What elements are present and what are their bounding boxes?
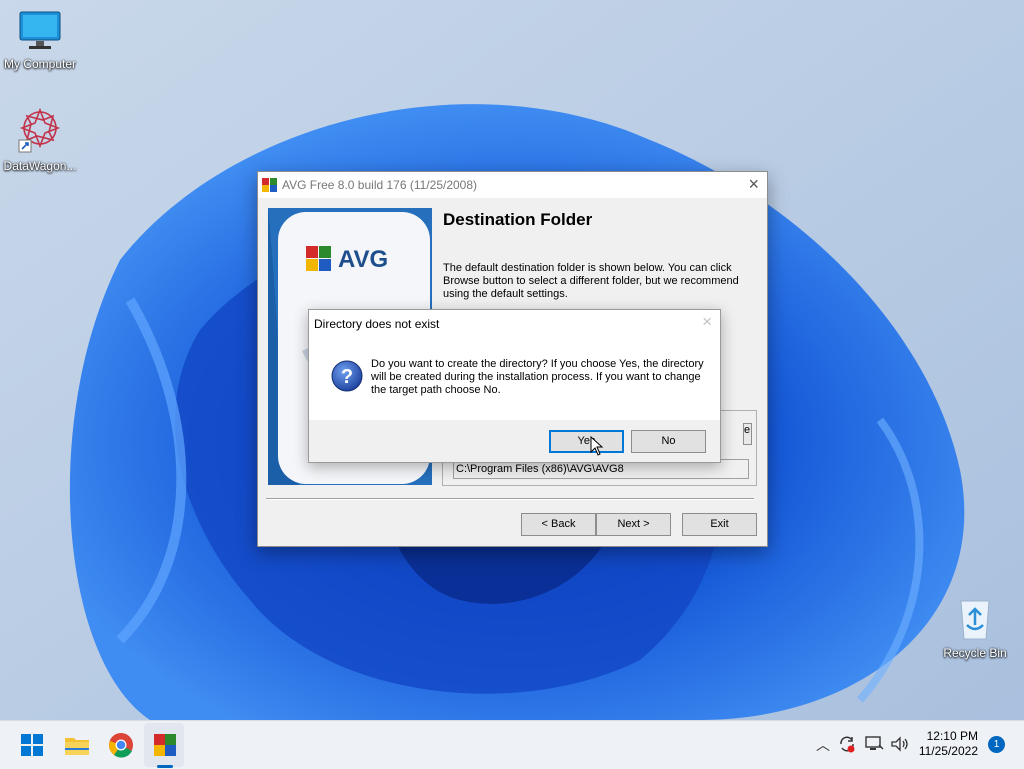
desktop-icon-recycle-bin[interactable]: Recycle Bin bbox=[935, 595, 1015, 660]
no-button[interactable]: No bbox=[631, 430, 706, 453]
next-button[interactable]: Next > bbox=[596, 513, 671, 536]
monitor-icon bbox=[19, 11, 61, 49]
back-button[interactable]: < Back bbox=[521, 513, 596, 536]
exit-button[interactable]: Exit bbox=[682, 513, 757, 536]
desktop-icon-label: My Computer bbox=[3, 57, 77, 71]
desktop-icon-my-computer[interactable]: My Computer bbox=[0, 10, 80, 71]
installer-close-button[interactable]: × bbox=[748, 174, 759, 195]
avg-logo-text: AVG bbox=[338, 246, 389, 273]
avg-app-icon bbox=[262, 178, 277, 192]
question-icon: ? bbox=[331, 360, 363, 392]
installer-titlebar[interactable]: AVG Free 8.0 build 176 (11/25/2008) × bbox=[258, 172, 767, 198]
sync-icon[interactable] bbox=[838, 735, 856, 753]
dialog-close-button[interactable]: × bbox=[702, 312, 712, 332]
page-title: Destination Folder bbox=[443, 210, 593, 229]
page-description: The default destination folder is shown … bbox=[443, 262, 739, 300]
mouse-cursor-icon bbox=[590, 436, 604, 456]
desktop-icon-label: DataWagon... bbox=[3, 159, 77, 173]
desktop-icon-datawagon[interactable]: DataWagon... bbox=[0, 106, 80, 173]
start-icon[interactable] bbox=[16, 729, 48, 761]
recycle-bin-icon bbox=[960, 600, 990, 640]
dialog-title: Directory does not exist bbox=[314, 317, 440, 331]
browse-button[interactable]: e bbox=[743, 423, 752, 445]
show-hidden-icons-chevron-icon[interactable]: ︿ bbox=[816, 735, 830, 755]
avg-installer-icon[interactable] bbox=[149, 729, 181, 761]
divider bbox=[266, 498, 754, 500]
clock-date: 11/25/2022 bbox=[918, 744, 978, 758]
clock-time: 12:10 PM bbox=[926, 729, 978, 743]
notification-badge[interactable]: 1 bbox=[988, 736, 1005, 753]
taskbar-clock[interactable]: 12:10 PM 11/25/2022 bbox=[919, 729, 978, 759]
dialog-footer: Yes No bbox=[309, 420, 720, 462]
dialog-message: Do you want to create the directory? If … bbox=[371, 358, 704, 396]
network-icon[interactable] bbox=[864, 735, 884, 753]
file-explorer-icon[interactable] bbox=[61, 729, 93, 761]
yes-button[interactable]: Yes bbox=[549, 430, 624, 453]
taskbar: ︿ 12:10 PM 11/25/2022 1 bbox=[0, 720, 1024, 769]
volume-icon[interactable] bbox=[890, 735, 910, 753]
directory-not-exist-dialog: Directory does not exist × ? Do you want… bbox=[308, 309, 721, 463]
dialog-body: ? Do you want to create the directory? I… bbox=[309, 338, 720, 418]
svg-text:?: ? bbox=[341, 366, 353, 388]
datawagon-logo-icon bbox=[18, 107, 61, 153]
desktop-icon-label: Recycle Bin bbox=[943, 646, 1007, 660]
installer-title: AVG Free 8.0 build 176 (11/25/2008) bbox=[282, 178, 478, 192]
chrome-icon[interactable] bbox=[105, 729, 137, 761]
